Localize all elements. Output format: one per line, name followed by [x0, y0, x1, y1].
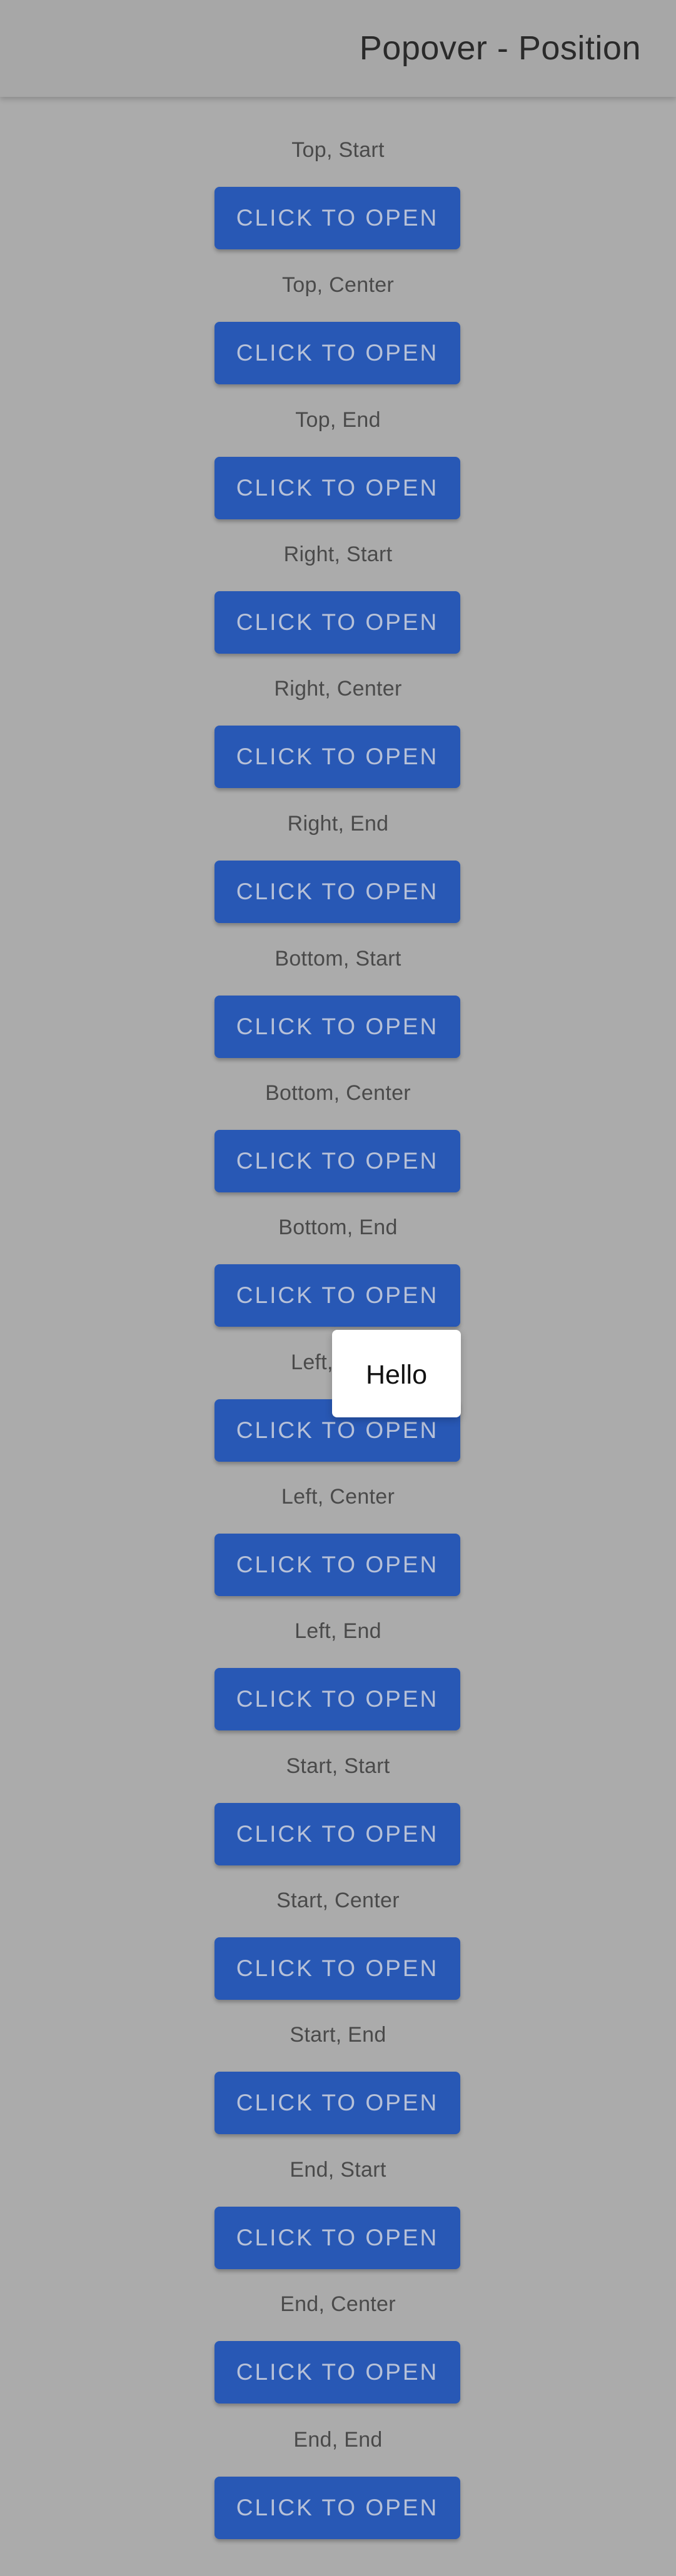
position-label: Top, End	[295, 408, 381, 432]
position-label: End, Start	[290, 2158, 386, 2182]
position-row-top-end: Top, End CLICK TO OPEN	[0, 367, 676, 519]
position-label: Right, End	[287, 812, 389, 836]
position-row-end-center: End, Center CLICK TO OPEN	[0, 2251, 676, 2404]
position-label: Right, Start	[283, 542, 393, 566]
position-label: End, Center	[280, 2292, 396, 2316]
position-row-start-end: Start, End CLICK TO OPEN	[0, 1982, 676, 2134]
position-row-end-end: End, End CLICK TO OPEN	[0, 2387, 676, 2539]
position-label: Top, Center	[281, 273, 395, 297]
position-row-right-end: Right, End CLICK TO OPEN	[0, 771, 676, 923]
position-row-top-center: Top, Center CLICK TO OPEN	[0, 232, 676, 384]
position-row-top-start: Top, Start CLICK TO OPEN	[0, 97, 676, 249]
app-bar: Popover - Position	[0, 0, 676, 97]
position-row-start-center: Start, Center CLICK TO OPEN	[0, 1847, 676, 2000]
position-label: Start, Center	[276, 1889, 400, 1912]
position-label: Bottom, Start	[275, 947, 401, 971]
position-label: Right, Center	[274, 677, 402, 701]
click-to-open-button[interactable]: CLICK TO OPEN	[214, 2477, 460, 2539]
position-label: Start, Start	[286, 1754, 390, 1778]
position-row-bottom-start: Bottom, Start CLICK TO OPEN	[0, 906, 676, 1058]
position-row-bottom-center: Bottom, Center CLICK TO OPEN	[0, 1040, 676, 1192]
position-row-left-center: Left, Center CLICK TO OPEN	[0, 1444, 676, 1596]
page-title: Popover - Position	[359, 29, 641, 67]
position-label: Top, Start	[291, 138, 385, 162]
position-label: Left, Center	[281, 1485, 395, 1509]
position-row-start-start: Start, Start CLICK TO OPEN	[0, 1713, 676, 1865]
position-row-left-end: Left, End CLICK TO OPEN	[0, 1578, 676, 1730]
position-label: Bottom, End	[278, 1216, 398, 1239]
position-label: Start, End	[290, 2023, 386, 2047]
popover-text: Hello	[366, 1360, 427, 1390]
position-label: Left, End	[295, 1619, 381, 1643]
position-label: End, End	[293, 2428, 383, 2452]
position-row-end-start: End, Start CLICK TO OPEN	[0, 2117, 676, 2269]
position-row-bottom-end: Bottom, End CLICK TO OPEN	[0, 1174, 676, 1327]
position-label: Bottom, Center	[265, 1081, 411, 1105]
position-row-right-start: Right, Start CLICK TO OPEN	[0, 501, 676, 654]
popover: Hello	[332, 1330, 461, 1417]
position-row-right-center: Right, Center CLICK TO OPEN	[0, 636, 676, 788]
